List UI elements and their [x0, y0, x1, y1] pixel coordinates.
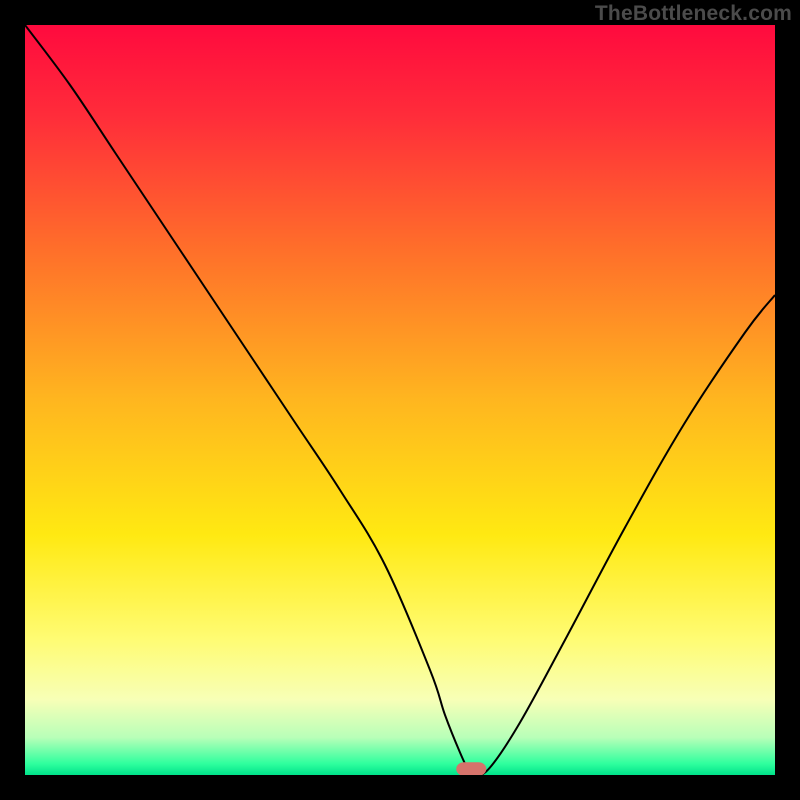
plot-area	[25, 25, 775, 775]
plot-svg	[25, 25, 775, 775]
optimal-marker	[456, 762, 486, 775]
watermark-text: TheBottleneck.com	[595, 2, 792, 26]
gradient-background	[25, 25, 775, 775]
chart-frame: TheBottleneck.com	[0, 0, 800, 800]
